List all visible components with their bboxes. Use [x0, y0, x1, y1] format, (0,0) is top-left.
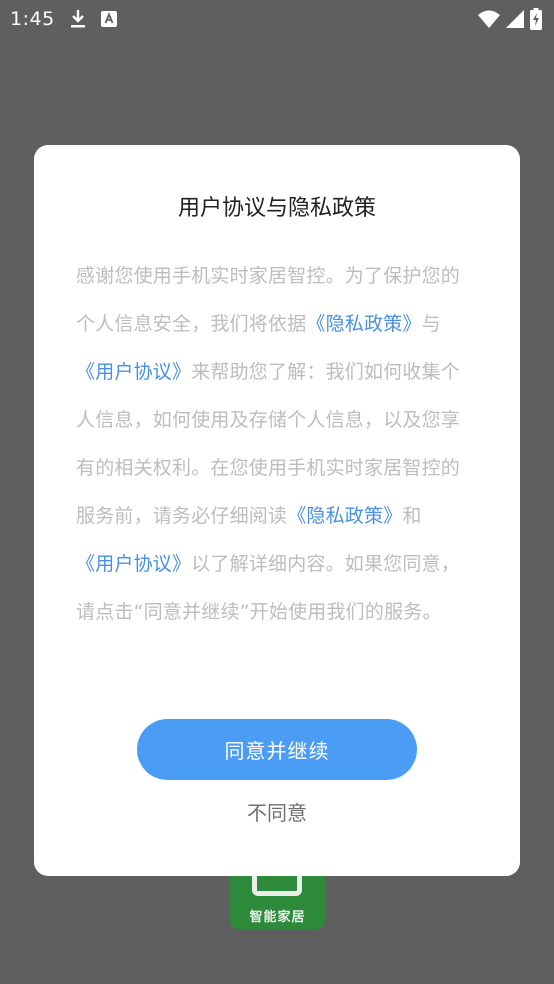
status-right [478, 8, 542, 30]
body-text: 和 [402, 505, 422, 527]
status-time: 1:45 [10, 8, 55, 30]
download-icon [69, 9, 87, 29]
user-agreement-link[interactable]: 《用户协议》 [76, 361, 191, 383]
agree-continue-button[interactable]: 同意并继续 [137, 719, 417, 780]
body-text: 与 [421, 313, 441, 335]
status-left: 1:45 [10, 8, 117, 30]
body-text: 来帮助您了解：我们如何收集个人信息，如何使用及存储个人信息，以及您享有的相关权利… [76, 361, 461, 527]
user-agreement-link[interactable]: 《用户协议》 [76, 553, 191, 575]
keyboard-a-icon [100, 11, 117, 27]
wifi-icon [478, 10, 500, 28]
disagree-button[interactable]: 不同意 [0, 795, 554, 827]
status-bar: 1:45 [0, 0, 554, 38]
dialog-body: 感谢您使用手机实时家居智控。为了保护您的个人信息安全，我们将依据《隐私政策》与《… [76, 252, 476, 636]
battery-charging-icon [530, 8, 542, 30]
dialog-title: 用户协议与隐私政策 [177, 196, 376, 221]
signal-icon [506, 10, 524, 28]
privacy-policy-link[interactable]: 《隐私政策》 [287, 505, 402, 527]
privacy-policy-link[interactable]: 《隐私政策》 [306, 313, 421, 335]
app-logo: 智能家居 [230, 872, 325, 929]
logo-text: 智能家居 [249, 910, 306, 925]
